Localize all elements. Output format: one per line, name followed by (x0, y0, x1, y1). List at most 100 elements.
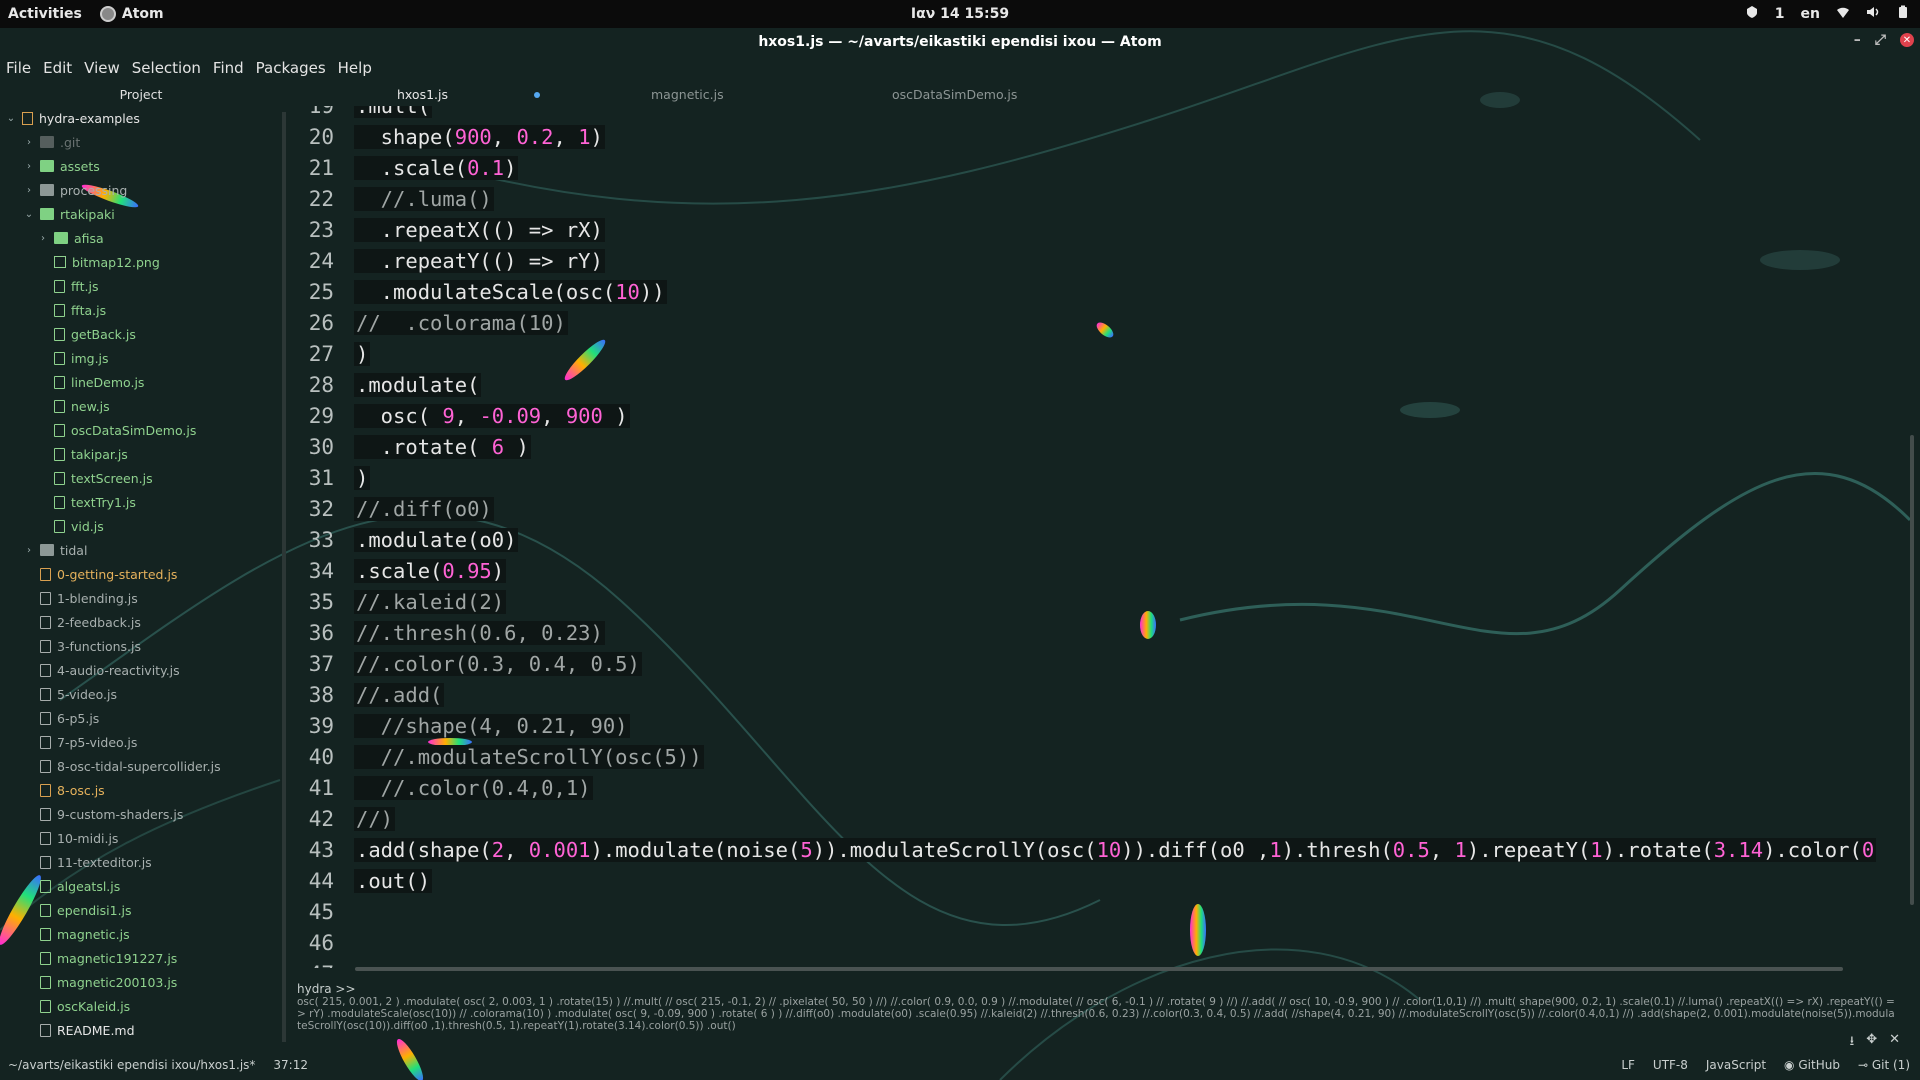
maximize-icon[interactable]: ⤢ (1875, 32, 1886, 48)
tree-file[interactable]: ffta.js (0, 298, 282, 322)
code-line[interactable]: 20 shape(900, 0.2, 1) (290, 121, 1910, 152)
menu-help[interactable]: Help (332, 59, 378, 77)
tree-file[interactable]: takipar.js (0, 442, 282, 466)
tree-file[interactable]: textTry1.js (0, 490, 282, 514)
code-line[interactable]: 21 .scale(0.1) (290, 152, 1910, 183)
tree-folder[interactable]: › tidal (0, 538, 282, 562)
tree-file[interactable]: oscKaleid.js (0, 994, 282, 1018)
app-menu[interactable]: Atom (99, 6, 164, 22)
tree-file[interactable]: ependisi1.js (0, 898, 282, 922)
close-icon[interactable]: ✕ (1900, 33, 1914, 47)
tree-file[interactable]: new.js (0, 394, 282, 418)
volume-icon[interactable] (1866, 5, 1880, 23)
code-line[interactable]: 25 .modulateScale(osc(10)) (290, 276, 1910, 307)
tree-file[interactable]: magnetic191227.js (0, 946, 282, 970)
tree-file[interactable]: 6-p5.js (0, 706, 282, 730)
code-line[interactable]: 23 .repeatX(() => rX) (290, 214, 1910, 245)
code-line[interactable]: 34 .scale(0.95) (290, 555, 1910, 586)
code-line[interactable]: 26 // .colorama(10) (290, 307, 1910, 338)
tree-file[interactable]: magnetic.js (0, 922, 282, 946)
menu-edit[interactable]: Edit (37, 59, 78, 77)
download-icon[interactable]: ⭳ (1850, 1032, 1855, 1054)
code-line[interactable]: 46 (290, 927, 1910, 958)
tree-file[interactable]: algeatsl.js (0, 874, 282, 898)
tree-file[interactable]: 0-getting-started.js (0, 562, 282, 586)
menu-selection[interactable]: Selection (126, 59, 207, 77)
code-editor[interactable]: 19.mult(20 shape(900, 0.2, 1)21 .scale(0… (290, 106, 1910, 968)
tree-file[interactable]: 8-osc-tidal-supercollider.js (0, 754, 282, 778)
code-line[interactable]: 42 //) (290, 803, 1910, 834)
horizontal-scrollbar[interactable] (355, 967, 1843, 971)
tree-file[interactable]: 7-p5-video.js (0, 730, 282, 754)
vertical-scrollbar[interactable] (1910, 435, 1914, 905)
tree-header[interactable]: Project (0, 84, 282, 106)
code-line[interactable]: 39 //shape(4, 0.21, 90) (290, 710, 1910, 741)
tab-oscdatasimdemo[interactable]: oscDataSimDemo.js (892, 84, 1017, 106)
clock[interactable]: Ιαν 14 15:59 (911, 6, 1009, 22)
code-line[interactable]: 41 //.color(0.4,0,1) (290, 772, 1910, 803)
tree-file[interactable]: vid.js (0, 514, 282, 538)
code-line[interactable]: 24 .repeatY(() => rY) (290, 245, 1910, 276)
code-line[interactable]: 30 .rotate( 6 ) (290, 431, 1910, 462)
cursor-position[interactable]: 37:12 (273, 1058, 308, 1072)
github-button[interactable]: ◉ GitHub (1784, 1058, 1840, 1072)
encoding[interactable]: UTF-8 (1653, 1058, 1688, 1072)
tree-file[interactable]: 5-video.js (0, 682, 282, 706)
line-ending[interactable]: LF (1621, 1058, 1635, 1072)
tree-file[interactable]: magnetic200103.js (0, 970, 282, 994)
code-line[interactable]: 29 osc( 9, -0.09, 900 ) (290, 400, 1910, 431)
window-titlebar[interactable]: hxos1.js — ~/avarts/eikastiki ependisi i… (0, 28, 1920, 56)
tab-hxos1[interactable]: hxos1.js (397, 84, 448, 106)
code-line[interactable]: 33 .modulate(o0) (290, 524, 1910, 555)
console-prompt[interactable]: hydra >> (297, 982, 1897, 996)
tree-folder[interactable]: › afisa (0, 226, 282, 250)
battery-icon[interactable] (1896, 5, 1910, 23)
code-line[interactable]: 28 .modulate( (290, 369, 1910, 400)
code-line[interactable]: 43 .add(shape(2, 0.001).modulate(noise(5)… (290, 834, 1910, 865)
code-line[interactable]: 36 //.thresh(0.6, 0.23) (290, 617, 1910, 648)
code-line[interactable]: 45 (290, 896, 1910, 927)
tree-file[interactable]: lineDemo.js (0, 370, 282, 394)
tree-root[interactable]: ⌄ hydra-examples (0, 106, 282, 130)
language-indicator[interactable]: en (1801, 6, 1820, 22)
close-console-icon[interactable]: ✕ (1889, 1032, 1900, 1054)
tree-file[interactable]: bitmap12.png (0, 250, 282, 274)
system-tray[interactable]: 1 en (1745, 5, 1910, 23)
code-line[interactable]: 37 //.color(0.3, 0.4, 0.5) (290, 648, 1910, 679)
code-line[interactable]: 44 .out() (290, 865, 1910, 896)
tree-file[interactable]: 3-functions.js (0, 634, 282, 658)
menu-packages[interactable]: Packages (250, 59, 332, 77)
tree-folder[interactable]: › .git (0, 130, 282, 154)
code-line[interactable]: 40 //.modulateScrollY(osc(5)) (290, 741, 1910, 772)
tree-file[interactable]: README.md (0, 1018, 282, 1042)
tree-file[interactable]: 9-custom-shaders.js (0, 802, 282, 826)
tree-folder[interactable]: › processing (0, 178, 282, 202)
code-line[interactable]: 19 .mult( (290, 106, 1910, 121)
tree-file[interactable]: 10-midi.js (0, 826, 282, 850)
code-line[interactable]: 35 //.kaleid(2) (290, 586, 1910, 617)
activities-button[interactable]: Activities (0, 6, 90, 22)
tree-file[interactable]: 2-feedback.js (0, 610, 282, 634)
wifi-icon[interactable] (1836, 5, 1850, 23)
code-line[interactable]: 22 //.luma() (290, 183, 1910, 214)
tree-folder[interactable]: › assets (0, 154, 282, 178)
tree-file[interactable]: 8-osc.js (0, 778, 282, 802)
tree-file[interactable]: 1-blending.js (0, 586, 282, 610)
tab-magnetic[interactable]: magnetic.js (651, 84, 724, 106)
grammar[interactable]: JavaScript (1706, 1058, 1766, 1072)
tree-file[interactable]: fft.js (0, 274, 282, 298)
code-line[interactable]: 32 //.diff(o0) (290, 493, 1910, 524)
tree-resize-handle[interactable] (282, 112, 286, 1042)
menu-find[interactable]: Find (207, 59, 250, 77)
move-icon[interactable]: ✥ (1866, 1032, 1877, 1054)
code-line[interactable]: 31) (290, 462, 1910, 493)
tree-file[interactable]: oscDataSimDemo.js (0, 418, 282, 442)
file-path[interactable]: ~/avarts/eikastiki ependisi ixou/hxos1.j… (8, 1058, 255, 1072)
menu-file[interactable]: File (0, 59, 37, 77)
tree-file[interactable]: 11-texteditor.js (0, 850, 282, 874)
menu-view[interactable]: View (78, 59, 126, 77)
tree-folder[interactable]: ⌄ rtakipaki (0, 202, 282, 226)
tree-file[interactable]: img.js (0, 346, 282, 370)
code-line[interactable]: 27) (290, 338, 1910, 369)
tree-file[interactable]: getBack.js (0, 322, 282, 346)
